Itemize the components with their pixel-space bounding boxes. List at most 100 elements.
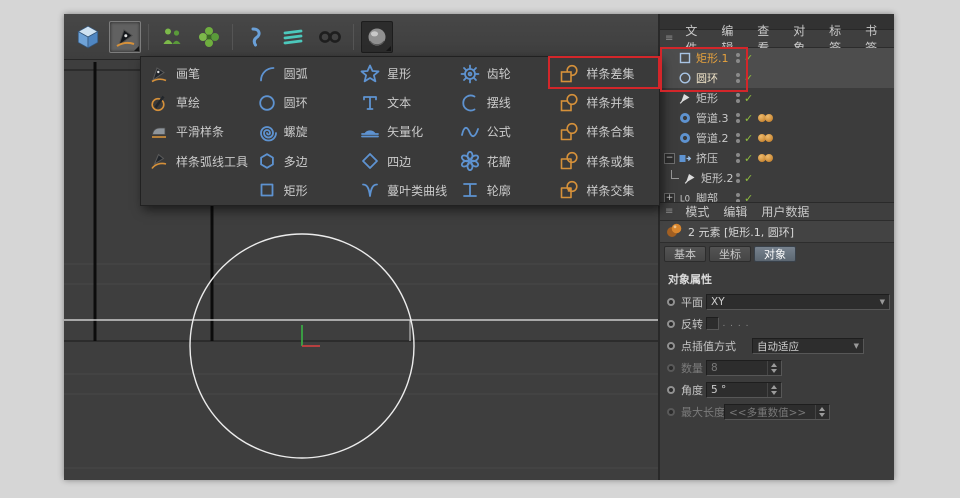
tab-inactive[interactable]: 基本 <box>664 246 706 262</box>
grip-icon[interactable]: ≡ <box>660 206 678 217</box>
number-field[interactable]: <<多重数值>> <box>724 404 830 420</box>
sketch-tool-icon <box>149 93 169 113</box>
stepper-arrows-icon[interactable] <box>767 361 777 375</box>
om-tube-icon <box>678 131 692 145</box>
attribute-manager-menu-item[interactable]: 编辑 <box>716 203 754 220</box>
menu-item-helix[interactable]: 螺旋 <box>249 117 353 146</box>
attribute-manager-menu-item[interactable]: 模式 <box>678 203 716 220</box>
visibility-dots[interactable] <box>736 153 740 163</box>
visibility-dots[interactable] <box>736 113 740 123</box>
number-field[interactable]: 5 ° <box>706 382 782 398</box>
bool-union-icon <box>559 93 579 113</box>
visibility-dots[interactable] <box>736 173 740 183</box>
expand-icon[interactable]: + <box>664 193 675 203</box>
object-row-null-7[interactable]: +L0脚部✓ <box>660 188 894 202</box>
toolbar-button-comma-icon[interactable] <box>240 21 272 53</box>
attribute-tabs: 基本坐标对象 <box>660 243 894 265</box>
checkbox[interactable] <box>706 317 719 330</box>
menu-item-cycloid[interactable]: 摆线 <box>452 88 552 117</box>
menu-item-circle[interactable]: 圆环 <box>249 88 353 117</box>
object-row-pen-2[interactable]: 矩形✓ <box>660 88 894 108</box>
object-row-tube-4[interactable]: 管道.2✓ <box>660 128 894 148</box>
toolbar-button-stripes-icon[interactable] <box>277 21 309 53</box>
menu-item-bool-intersect[interactable]: 样条交集 <box>551 176 659 205</box>
menu-item-star[interactable]: 星形 <box>352 59 452 88</box>
visibility-dots[interactable] <box>736 193 740 202</box>
object-row-tube-3[interactable]: 管道.3✓ <box>660 108 894 128</box>
keyframe-circle-icon[interactable] <box>667 342 675 350</box>
visibility-dots[interactable] <box>736 133 740 143</box>
tab-active[interactable]: 对象 <box>754 246 796 262</box>
menu-item-bool-union[interactable]: 样条并集 <box>551 88 659 117</box>
menu-item-ngon[interactable]: 多边 <box>249 147 353 176</box>
keyframe-circle-icon[interactable] <box>667 408 675 416</box>
grip-icon[interactable]: ≡ <box>660 33 678 44</box>
dropdown-field[interactable]: 自动适应▼ <box>752 338 864 354</box>
menu-item-vectorizer[interactable]: 矢量化 <box>352 117 452 146</box>
toolbar-button-cube-icon[interactable] <box>72 21 104 53</box>
toolbar-button-rings-icon[interactable] <box>314 21 346 53</box>
menu-item-flower[interactable]: 花瓣 <box>452 147 552 176</box>
material-tag-icons[interactable] <box>759 134 773 142</box>
material-tag-icons[interactable] <box>759 154 773 162</box>
menu-item-label: 样条弧线工具 <box>176 153 248 170</box>
menu-item-sketch-tool[interactable]: 草绘 <box>141 88 249 117</box>
visibility-dots[interactable] <box>736 53 740 63</box>
menu-item-text[interactable]: 文本 <box>352 88 452 117</box>
object-label: 矩形.2 <box>701 170 734 186</box>
menu-item-bool-subtract[interactable]: 样条差集 <box>551 59 659 88</box>
stepper-arrows-icon[interactable] <box>815 405 825 419</box>
object-row-circle-1[interactable]: 圆环✓ <box>660 68 894 88</box>
object-manager-menubar: ≡ 文件编辑查看对象标签书签 <box>660 30 894 48</box>
stepper-arrows-icon[interactable] <box>767 383 777 397</box>
menu-item-label: 样条并集 <box>586 94 634 111</box>
om-null-icon: L0 <box>678 191 692 202</box>
object-row-rect-0[interactable]: 矩形.1✓ <box>660 48 894 68</box>
number-field[interactable]: 8 <box>706 360 782 376</box>
attribute-manager-menu-item[interactable]: 用户数据 <box>754 203 816 220</box>
menu-item-bool-and[interactable]: 样条合集 <box>551 117 659 146</box>
dropdown-field[interactable]: XY▼ <box>706 294 890 310</box>
enable-check-icon[interactable]: ✓ <box>744 93 753 104</box>
grid-lines <box>64 264 658 468</box>
menu-item-formula[interactable]: 公式 <box>452 117 552 146</box>
menu-item-bool-or[interactable]: 样条或集 <box>551 147 659 176</box>
enable-check-icon[interactable]: ✓ <box>744 153 753 164</box>
visibility-dots[interactable] <box>736 93 740 103</box>
attribute-row-3: 数量. . . . .8 <box>660 357 894 379</box>
toolbar-button-clover-icon[interactable] <box>193 21 225 53</box>
keyframe-circle-icon[interactable] <box>667 386 675 394</box>
toolbar-button-spline-pen-icon[interactable] <box>109 21 141 53</box>
menu-item-label: 样条合集 <box>586 123 634 140</box>
menu-item-label: 样条差集 <box>586 65 634 82</box>
menu-item-rect[interactable]: 矩形 <box>249 176 353 205</box>
menu-item-cissoid[interactable]: 蔓叶类曲线 <box>352 176 452 205</box>
menu-item-label: 圆弧 <box>284 65 308 82</box>
enable-check-icon[interactable]: ✓ <box>744 193 753 203</box>
menu-item-profile[interactable]: 轮廓 <box>452 176 552 205</box>
menu-item-arc[interactable]: 圆弧 <box>249 59 353 88</box>
collapse-icon[interactable]: − <box>664 153 675 164</box>
enable-check-icon[interactable]: ✓ <box>744 53 753 64</box>
menu-item-pen-tool[interactable]: 画笔 <box>141 59 249 88</box>
menu-item-label: 多边 <box>284 153 308 170</box>
enable-check-icon[interactable]: ✓ <box>744 113 753 124</box>
keyframe-circle-icon[interactable] <box>667 298 675 306</box>
enable-check-icon[interactable]: ✓ <box>744 133 753 144</box>
menu-item-fourside[interactable]: 四边 <box>352 147 452 176</box>
tab-inactive[interactable]: 坐标 <box>709 246 751 262</box>
enable-check-icon[interactable]: ✓ <box>744 173 753 184</box>
menu-item-smooth-tool[interactable]: 平滑样条 <box>141 117 249 146</box>
bool-or-icon <box>559 151 579 171</box>
object-row-extrude-5[interactable]: −挤压✓ <box>660 148 894 168</box>
visibility-dots[interactable] <box>736 73 740 83</box>
keyframe-circle-icon[interactable] <box>667 364 675 372</box>
enable-check-icon[interactable]: ✓ <box>744 73 753 84</box>
toolbar-button-sphere-icon[interactable] <box>361 21 393 53</box>
menu-item-gear[interactable]: 齿轮 <box>452 59 552 88</box>
material-tag-icons[interactable] <box>759 114 773 122</box>
object-row-pen-6[interactable]: 矩形.2 ✓ <box>660 168 894 188</box>
menu-item-arc-tool[interactable]: 样条弧线工具 <box>141 147 249 176</box>
toolbar-button-figures-icon[interactable] <box>156 21 188 53</box>
keyframe-circle-icon[interactable] <box>667 320 675 328</box>
